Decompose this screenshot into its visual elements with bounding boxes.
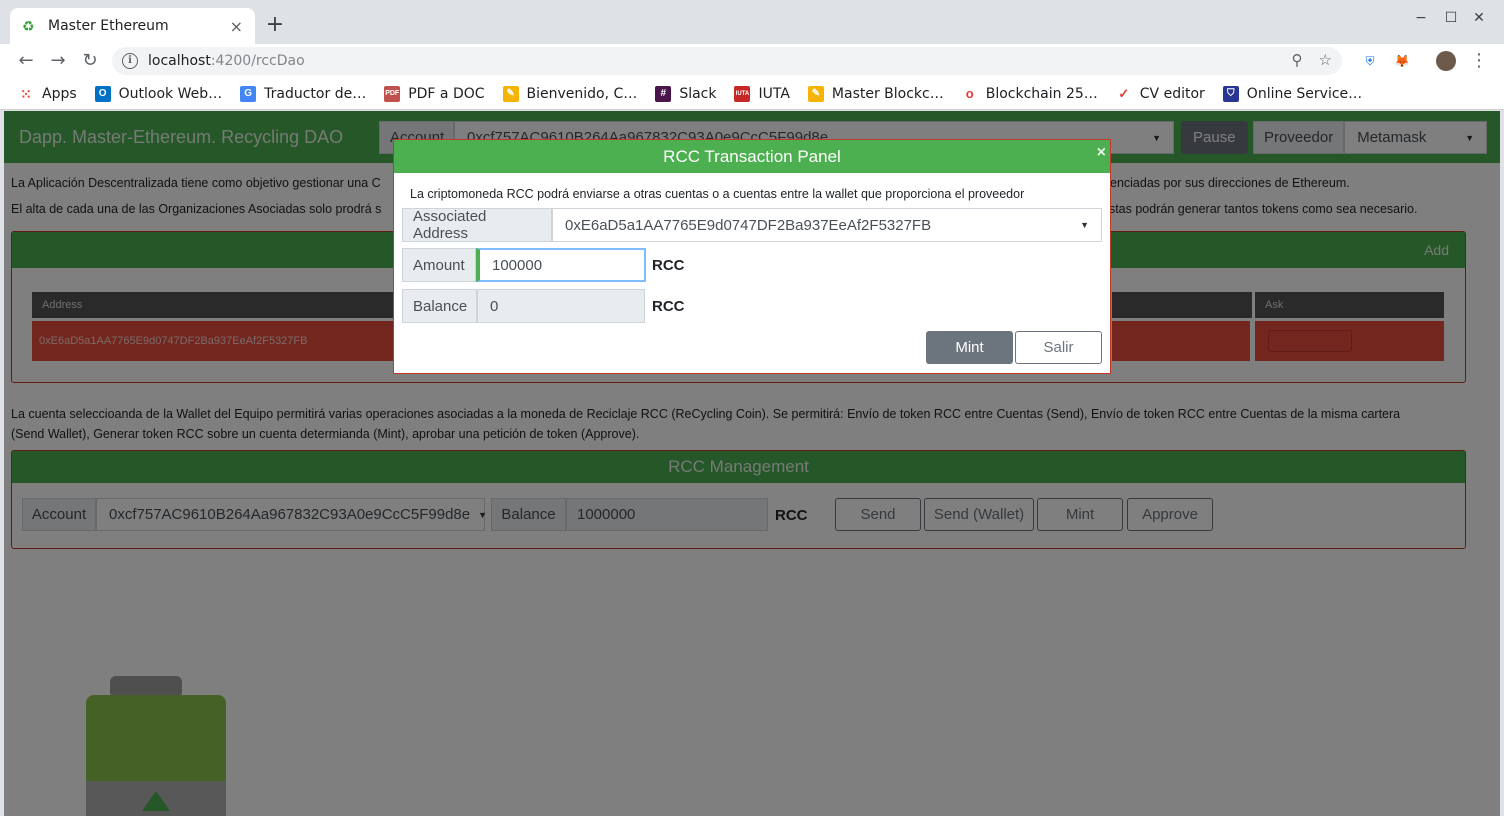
amount-label: Amount <box>402 248 476 282</box>
rcc-transaction-modal: RCC Transaction Panel × La criptomoneda … <box>393 139 1111 374</box>
browser-tabstrip: ♻ Master Ethereum × + − ☐ ✕ <box>0 0 1504 44</box>
associated-address-group: Associated Address 0xE6aD5a1AA7765E9d074… <box>402 208 1102 242</box>
bookmark-cv[interactable]: ✓ CV editor <box>1116 85 1205 102</box>
bookmark-label: Master Blockc… <box>831 85 944 102</box>
zoom-icon[interactable]: ⚲ <box>1292 51 1303 69</box>
menu-icon[interactable]: ⋮ <box>1466 48 1492 74</box>
outlook-icon: O <box>94 85 111 102</box>
bookmark-bienvenido[interactable]: ✎ Bienvenido, C… <box>502 85 638 102</box>
apps-grid-icon: ⁙ <box>20 85 32 102</box>
amount-rcc-unit: RCC <box>652 257 685 274</box>
close-window-icon[interactable]: ✕ <box>1468 10 1490 26</box>
close-icon[interactable]: × <box>1097 144 1106 162</box>
info-icon[interactable]: i <box>122 53 138 69</box>
star-icon[interactable]: ☆ <box>1319 51 1332 69</box>
bookmark-traductor[interactable]: G Traductor de… <box>240 85 367 102</box>
metamask-fox-icon[interactable]: 🦊 <box>1392 51 1412 71</box>
caret-down-icon: ▼ <box>1080 220 1089 230</box>
bookmark-master[interactable]: ✎ Master Blockc… <box>807 85 944 102</box>
bookmark-label: Outlook Web… <box>118 85 223 102</box>
modal-balance-label: Balance <box>402 289 477 323</box>
bookmark-label: Slack <box>679 85 717 102</box>
modal-mint-button[interactable]: Mint <box>926 331 1013 364</box>
shield-icon: ⛉ <box>1222 85 1239 102</box>
bookmark-label: Blockchain 25… <box>985 85 1098 102</box>
bookmark-outlook[interactable]: O Outlook Web… <box>94 85 223 102</box>
bookmark-label: CV editor <box>1139 85 1205 102</box>
bookmark-blockchain[interactable]: o Blockchain 25… <box>962 86 1098 102</box>
modal-balance-group: Balance 0 <box>402 289 645 323</box>
recycle-icon: ♻ <box>22 18 35 34</box>
check-circle-icon: ✓ <box>1118 85 1130 101</box>
forward-icon[interactable]: → <box>45 48 71 74</box>
url-host: localhost <box>148 53 211 69</box>
modal-header: RCC Transaction Panel × <box>394 140 1110 173</box>
bookmark-label: IUTA <box>758 85 790 102</box>
bookmark-label: PDF a DOC <box>408 85 485 102</box>
modal-salir-button[interactable]: Salir <box>1015 331 1102 364</box>
bookmark-pdf[interactable]: PDF PDF a DOC <box>384 85 485 102</box>
minimize-icon[interactable]: − <box>1410 10 1432 26</box>
url-path: :4200/rccDao <box>210 53 305 69</box>
translate-icon: G <box>240 85 257 102</box>
associated-address-select[interactable]: 0xE6aD5a1AA7765E9d0747DF2Ba937EeAf2F5327… <box>552 208 1102 242</box>
modal-description: La criptomoneda RCC podrá enviarse a otr… <box>410 187 1025 201</box>
modal-title: RCC Transaction Panel <box>663 146 841 166</box>
amount-group: Amount 100000 <box>402 248 646 282</box>
tab-title: Master Ethereum <box>48 18 169 34</box>
pencil-icon: ✎ <box>807 85 824 102</box>
blockchain-icon: o <box>965 85 974 101</box>
bookmark-label: Traductor de… <box>264 85 367 102</box>
shield-extension-icon[interactable]: ⛨ <box>1360 51 1380 71</box>
close-tab-icon[interactable]: × <box>230 17 243 36</box>
bookmark-online[interactable]: ⛉ Online Service… <box>1222 85 1363 102</box>
new-tab-button[interactable]: + <box>262 12 288 38</box>
pencil-icon: ✎ <box>502 85 519 102</box>
maximize-icon[interactable]: ☐ <box>1440 10 1462 26</box>
avatar[interactable] <box>1436 51 1456 71</box>
back-icon[interactable]: ← <box>13 48 39 74</box>
slack-icon: # <box>655 85 672 102</box>
associated-address-label: Associated Address <box>402 208 552 242</box>
browser-tab[interactable]: ♻ Master Ethereum × <box>10 8 255 44</box>
iuta-icon: IUTA <box>734 85 751 102</box>
bookmark-iuta[interactable]: IUTA IUTA <box>734 85 790 102</box>
reload-icon[interactable]: ↻ <box>77 48 103 74</box>
pdf-icon: PDF <box>384 85 401 102</box>
modal-balance-value: 0 <box>477 289 645 323</box>
bookmarks-bar: ⁙ Apps O Outlook Web… G Traductor de… PD… <box>0 78 1504 110</box>
address-bar[interactable]: i localhost:4200/rccDao ⚲ ☆ <box>112 47 1342 75</box>
bookmark-label: Online Service… <box>1246 85 1363 102</box>
balance-rcc-unit: RCC <box>652 298 685 315</box>
browser-toolbar: ← → ↻ i localhost:4200/rccDao ⚲ ☆ ⛨ 🦊 ⋮ <box>0 44 1504 78</box>
bookmark-label: Apps <box>42 85 77 102</box>
amount-input[interactable]: 100000 <box>476 248 646 282</box>
associated-address-value: 0xE6aD5a1AA7765E9d0747DF2Ba937EeAf2F5327… <box>565 216 932 234</box>
bookmark-apps[interactable]: ⁙ Apps <box>18 86 77 102</box>
bookmark-slack[interactable]: # Slack <box>655 85 717 102</box>
bookmark-label: Bienvenido, C… <box>526 85 638 102</box>
